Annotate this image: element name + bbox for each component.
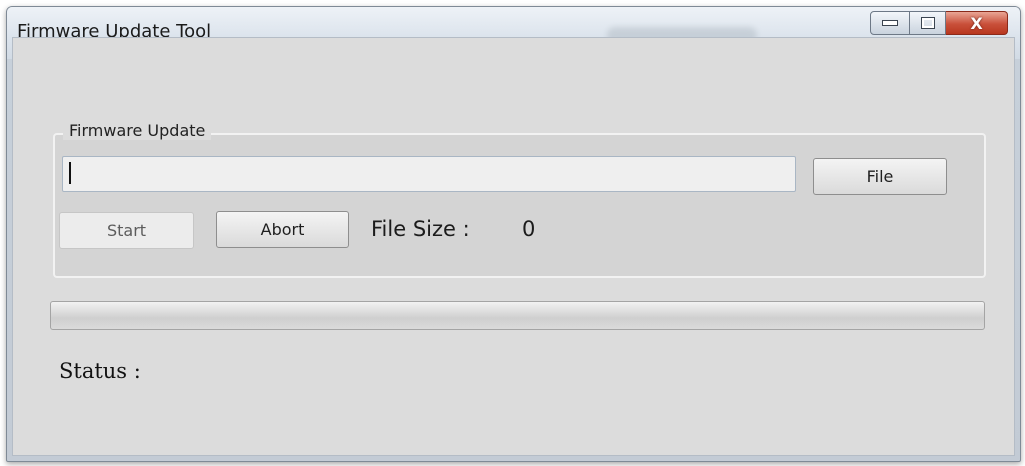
progress-bar (50, 301, 985, 330)
file-size-label: File Size : (371, 217, 470, 241)
status-label: Status : (59, 359, 141, 383)
group-legend: Firmware Update (63, 121, 212, 140)
file-button[interactable]: File (813, 158, 947, 195)
file-size-value: 0 (522, 217, 536, 241)
start-button[interactable]: Start (59, 212, 194, 249)
file-path-input[interactable] (62, 156, 796, 192)
abort-button[interactable]: Abort (216, 211, 349, 248)
maximize-icon (920, 17, 935, 29)
close-icon: X (970, 13, 983, 33)
minimize-icon (882, 20, 898, 26)
text-caret (69, 162, 71, 184)
caption-buttons: X (870, 11, 1008, 37)
maximize-button[interactable] (910, 11, 946, 35)
close-button[interactable]: X (946, 11, 1008, 35)
firmware-update-group: Firmware Update (53, 121, 986, 278)
minimize-button[interactable] (870, 11, 910, 35)
